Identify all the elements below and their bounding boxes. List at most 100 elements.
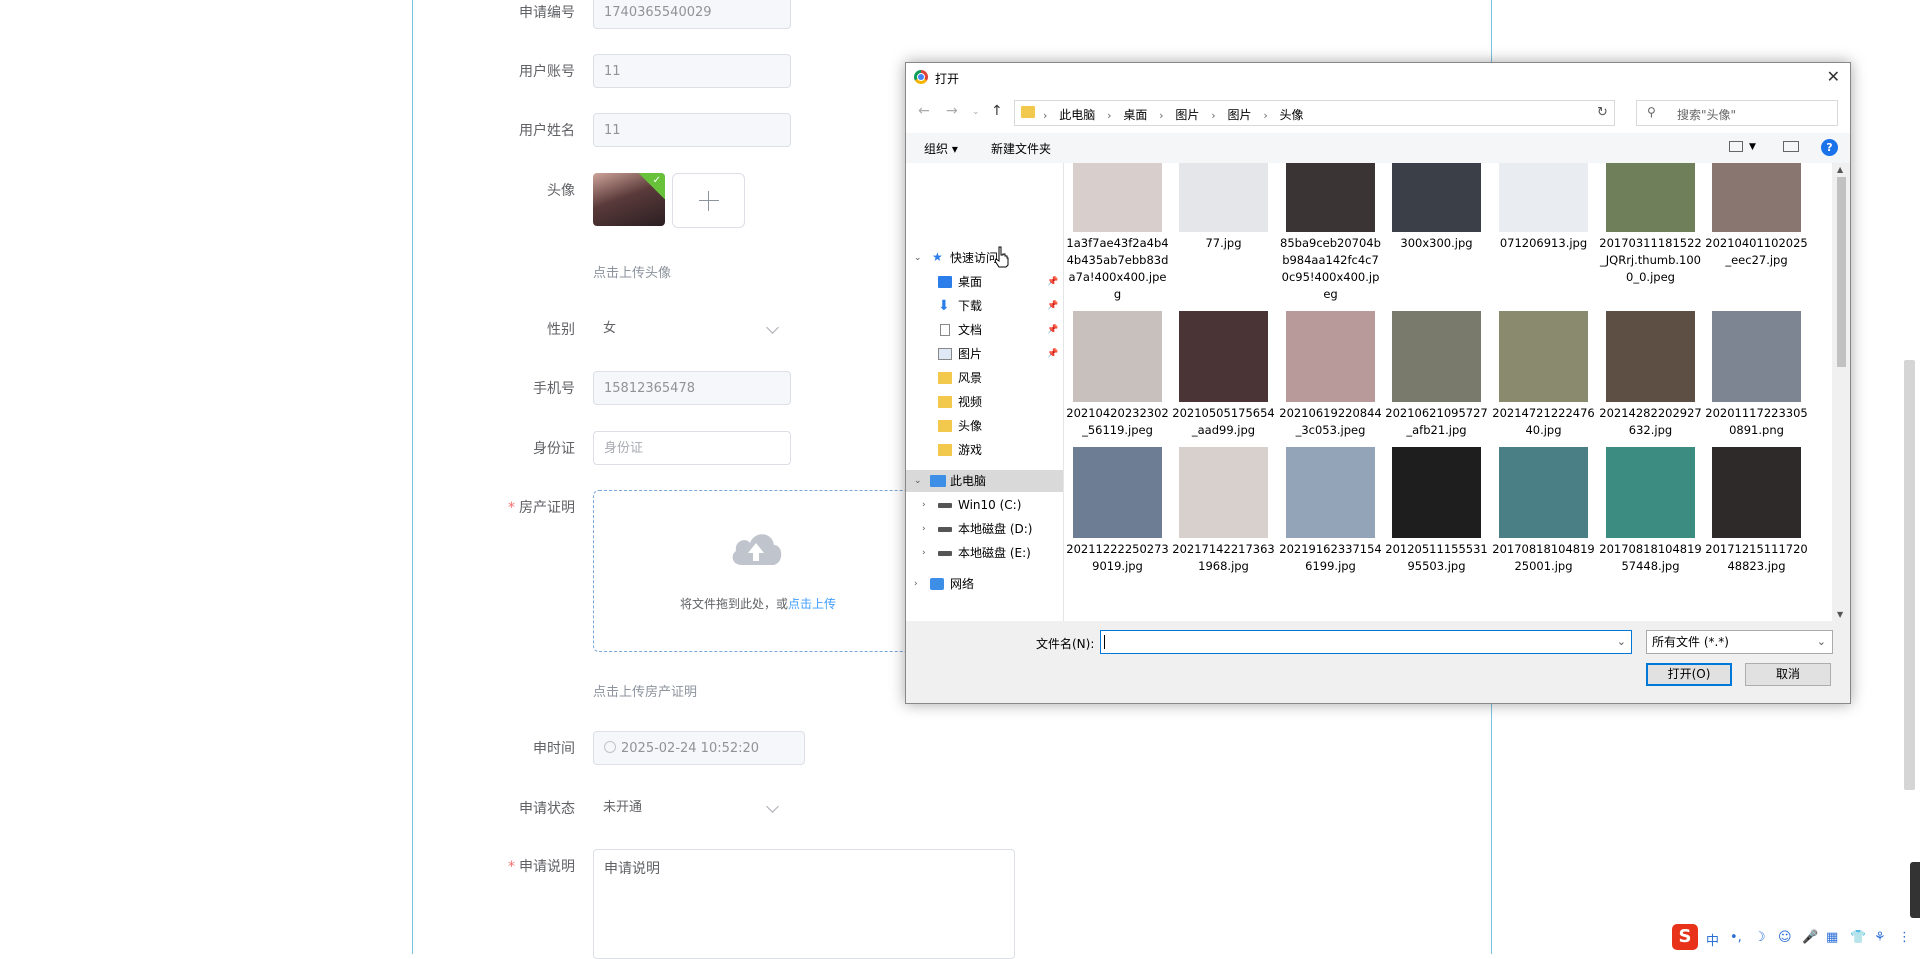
organize-button[interactable]: 组织 ▾ <box>924 140 958 157</box>
refresh-icon[interactable]: ↻ <box>1591 100 1615 126</box>
ime-tray-item[interactable]: 👕 <box>1850 930 1866 945</box>
page-scrollbar[interactable] <box>1904 360 1915 790</box>
ime-tray-item[interactable]: •, <box>1730 930 1742 945</box>
address-bar[interactable]: › 此电脑 › 桌面 › 图片 › 图片 › 头像 ⌄ <box>1014 100 1610 126</box>
pin-icon: 📌 <box>1047 325 1059 335</box>
computer-icon <box>930 475 946 487</box>
gender-select[interactable]: 女 <box>593 312 791 346</box>
file-item[interactable]: 300x300.jpg <box>1391 163 1482 250</box>
avatar-upload-button[interactable] <box>672 173 745 228</box>
apply-time-input[interactable]: 2025-02-24 10:52:20 <box>593 731 805 765</box>
ime-tray-item[interactable]: 中 <box>1706 930 1719 949</box>
phone-input[interactable]: 15812365478 <box>593 371 791 405</box>
file-item[interactable]: 20201117223305 0891.png <box>1705 311 1808 437</box>
cancel-button[interactable]: 取消 <box>1745 663 1831 686</box>
file-item[interactable]: 77.jpg <box>1178 163 1269 250</box>
document-icon <box>940 324 950 336</box>
id-card-input[interactable]: 身份证 <box>593 431 791 465</box>
breadcrumb-item[interactable]: 图片 <box>1227 108 1251 122</box>
file-item[interactable]: 20210619220844_3c053.jpeg <box>1279 311 1382 437</box>
apply-no-input[interactable]: 1740365540029 <box>593 0 791 29</box>
apply-status-select[interactable]: 未开通 <box>593 791 791 825</box>
ime-tray-item[interactable]: 🎤 <box>1802 930 1818 945</box>
dialog-bottom-bar: 文件名(N): ⌄ 所有文件 (*.*) ⌄ 打开(O) 取消 <box>906 621 1850 703</box>
file-item[interactable]: 85ba9ceb20704bb984aa142fc4c70c95!400x400… <box>1280 163 1381 301</box>
nav-item-video[interactable]: 视频 <box>906 391 1063 413</box>
ime-tray-item[interactable]: ☽ <box>1754 930 1766 945</box>
file-grid-scrollbar[interactable]: ▲ ▼ <box>1833 163 1850 621</box>
up-arrow-icon[interactable]: ↑ <box>991 103 1003 119</box>
nav-item-scenery[interactable]: 风景 <box>906 367 1063 389</box>
sogou-ime-icon[interactable]: S <box>1672 924 1698 950</box>
user-account-input[interactable]: 11 <box>593 54 791 88</box>
nav-item-downloads[interactable]: ⬇ 下载 📌 <box>906 295 1063 317</box>
breadcrumb-item[interactable]: 头像 <box>1280 108 1304 122</box>
forward-arrow-icon[interactable]: → <box>946 103 958 119</box>
file-item[interactable]: 20211222250273 9019.jpg <box>1066 447 1169 573</box>
click-upload-link[interactable]: 点击上传 <box>788 597 836 611</box>
file-name: 20210401102025_eec27.jpg <box>1705 236 1808 267</box>
nav-item-drive-d[interactable]: › 本地磁盘 (D:) <box>906 518 1063 540</box>
file-item[interactable]: 20170818104819 57448.jpg <box>1599 447 1702 573</box>
file-item[interactable]: 20171215111720 48823.jpg <box>1705 447 1808 573</box>
ime-tray-item[interactable]: ▦ <box>1826 930 1838 945</box>
file-item[interactable]: 20170818104819 25001.jpg <box>1492 447 1595 573</box>
apply-status-label: 申请状态 <box>519 801 575 817</box>
scrollbar-thumb[interactable] <box>1837 177 1846 367</box>
apply-desc-textarea[interactable]: 申请说明 <box>593 849 1015 959</box>
help-icon[interactable]: ? <box>1821 139 1838 156</box>
view-mode-icon[interactable] <box>1729 141 1743 152</box>
nav-item-network[interactable]: › 网络 <box>906 573 1063 595</box>
recent-dropdown-icon[interactable]: ⌄ <box>972 107 980 117</box>
nav-item-this-pc[interactable]: ⌄ 此电脑 <box>906 470 1063 492</box>
breadcrumb-item[interactable]: 图片 <box>1175 108 1199 122</box>
file-item[interactable]: 20170311181522_JQRrj.thumb.1000_0.jpeg <box>1599 163 1702 284</box>
file-item[interactable]: 20210505175654_aad99.jpg <box>1172 311 1275 437</box>
user-name-input[interactable]: 11 <box>593 113 791 147</box>
property-cert-dropzone[interactable]: 将文件拖到此处，或点击上传 <box>593 490 923 652</box>
ime-tray-item[interactable]: ☺ <box>1778 930 1792 945</box>
side-tab[interactable] <box>1910 862 1920 918</box>
file-item[interactable]: 20214282202927632.jpg <box>1599 311 1702 437</box>
nav-item-avatar[interactable]: 头像 <box>906 415 1063 437</box>
close-icon[interactable]: ✕ <box>1827 67 1840 86</box>
breadcrumb-item[interactable]: 此电脑 <box>1059 108 1095 122</box>
nav-item-pictures[interactable]: 图片 📌 <box>906 343 1063 365</box>
pin-icon: 📌 <box>1047 349 1059 359</box>
new-folder-button[interactable]: 新建文件夹 <box>991 140 1051 157</box>
nav-item-drive-c[interactable]: › Win10 (C:) <box>906 494 1063 516</box>
back-arrow-icon[interactable]: ← <box>918 103 930 119</box>
file-item[interactable]: 20120511155531 95503.jpg <box>1385 447 1488 573</box>
file-item[interactable]: 20210420232302_56119.jpeg <box>1066 311 1169 437</box>
file-item[interactable]: 20219162337154 6199.jpg <box>1279 447 1382 573</box>
scroll-down-icon[interactable]: ▼ <box>1837 610 1843 619</box>
file-item[interactable]: 1a3f7ae43f2a4b44b435ab7ebb83da7a!400x400… <box>1066 163 1169 301</box>
breadcrumb-item[interactable]: 桌面 <box>1123 108 1147 122</box>
filename-input[interactable]: ⌄ <box>1100 630 1632 654</box>
dialog-titlebar[interactable]: 打开 ✕ <box>906 63 1850 93</box>
check-icon: ✓ <box>652 175 661 186</box>
ime-tray-item[interactable]: ⋮ <box>1898 930 1911 945</box>
file-item[interactable]: 071206913.jpg <box>1498 163 1589 250</box>
nav-item-drive-e[interactable]: › 本地磁盘 (E:) <box>906 542 1063 564</box>
file-type-select[interactable]: 所有文件 (*.*) ⌄ <box>1646 630 1833 654</box>
scroll-up-icon[interactable]: ▲ <box>1837 165 1843 174</box>
nav-item-desktop[interactable]: 桌面 📌 <box>906 271 1063 293</box>
file-item[interactable]: 20217142217363 1968.jpg <box>1172 447 1275 573</box>
view-dropdown-icon[interactable]: ▼ <box>1749 142 1756 152</box>
file-item[interactable]: 20214721222476 40.jpg <box>1492 311 1595 437</box>
nav-item-games[interactable]: 游戏 <box>906 439 1063 461</box>
breadcrumb-separator: › <box>1159 109 1164 122</box>
search-input[interactable]: ⚲ 搜索"头像" <box>1636 100 1838 126</box>
file-item[interactable]: 20210401102025_eec27.jpg <box>1705 163 1808 267</box>
ime-tray-item[interactable]: ⚘ <box>1874 930 1886 945</box>
breadcrumb: › 此电脑 › 桌面 › 图片 › 图片 › 头像 <box>1043 106 1304 123</box>
file-name: 20214282202927632.jpg <box>1599 406 1702 437</box>
file-item[interactable]: 20210621095727_afb21.jpg <box>1385 311 1488 437</box>
preview-pane-icon[interactable] <box>1783 141 1799 152</box>
chevron-down-icon[interactable]: ⌄ <box>1617 635 1626 648</box>
open-button[interactable]: 打开(O) <box>1646 663 1732 686</box>
avatar-preview[interactable]: ✓ <box>593 173 665 226</box>
nav-item-quick-access[interactable]: ⌄ ★ 快速访问 <box>906 247 1063 269</box>
nav-item-documents[interactable]: 文档 📌 <box>906 319 1063 341</box>
